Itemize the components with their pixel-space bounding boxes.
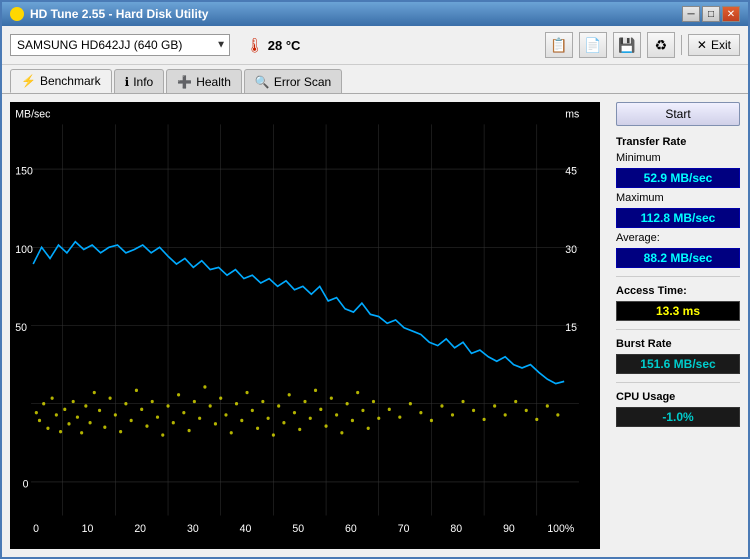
window-controls: ─ □ ✕ <box>682 6 740 22</box>
error-scan-icon: 🔍 <box>255 75 270 89</box>
thermometer-icon: 🌡 <box>246 37 264 54</box>
save-btn[interactable]: 💾 <box>613 32 641 58</box>
svg-text:100%: 100% <box>547 523 574 535</box>
health-icon: ➕ <box>177 75 192 89</box>
tab-benchmark-label: Benchmark <box>40 74 101 88</box>
svg-text:30: 30 <box>187 523 199 535</box>
temperature-value: 28 °C <box>268 38 301 53</box>
svg-text:80: 80 <box>450 523 462 535</box>
tab-bar: ⚡ Benchmark ℹ Info ➕ Health 🔍 Error Scan <box>2 65 748 93</box>
drive-select-wrapper: SAMSUNG HD642JJ (640 GB) ▼ <box>10 34 230 56</box>
svg-text:150: 150 <box>15 165 33 177</box>
svg-text:50: 50 <box>292 523 304 535</box>
tab-error-scan[interactable]: 🔍 Error Scan <box>244 69 342 93</box>
access-time-label: Access Time: <box>616 285 740 297</box>
svg-text:100: 100 <box>15 244 33 256</box>
main-window: HD Tune 2.55 - Hard Disk Utility ─ □ ✕ S… <box>0 0 750 559</box>
svg-text:40: 40 <box>240 523 252 535</box>
burst-rate-value: 151.6 MB/sec <box>616 354 740 374</box>
tab-health[interactable]: ➕ Health <box>166 69 242 93</box>
cpu-usage-section: CPU Usage -1.0% <box>616 391 740 427</box>
svg-text:15: 15 <box>565 322 577 334</box>
toolbar: SAMSUNG HD642JJ (640 GB) ▼ 🌡 28 °C 📋 📄 💾… <box>2 26 748 65</box>
close-button[interactable]: ✕ <box>722 6 740 22</box>
minimum-label: Minimum <box>616 152 740 164</box>
right-panel: Start Transfer Rate Minimum 52.9 MB/sec … <box>608 94 748 557</box>
svg-text:10: 10 <box>82 523 94 535</box>
minimize-button[interactable]: ─ <box>682 6 700 22</box>
tab-info[interactable]: ℹ Info <box>114 69 165 93</box>
document-btn[interactable]: 📄 <box>579 32 607 58</box>
info-icon: ℹ <box>125 75 130 89</box>
svg-text:0: 0 <box>23 478 29 490</box>
toolbar-actions: 📋 📄 💾 ♻ ✕ Exit <box>545 32 740 58</box>
burst-rate-section: Burst Rate 151.6 MB/sec <box>616 338 740 374</box>
title-bar-left: HD Tune 2.55 - Hard Disk Utility <box>10 7 208 21</box>
maximum-value: 112.8 MB/sec <box>616 208 740 228</box>
burst-rate-label: Burst Rate <box>616 338 740 350</box>
temperature-display: 🌡 28 °C <box>246 37 300 54</box>
app-icon <box>10 7 24 21</box>
toolbar-separator <box>681 35 682 55</box>
tab-benchmark[interactable]: ⚡ Benchmark <box>10 69 112 93</box>
average-label: Average: <box>616 232 740 244</box>
maximum-label: Maximum <box>616 192 740 204</box>
average-value: 88.2 MB/sec <box>616 248 740 268</box>
maximize-button[interactable]: □ <box>702 6 720 22</box>
svg-text:ms: ms <box>565 108 580 120</box>
svg-text:70: 70 <box>398 523 410 535</box>
svg-text:90: 90 <box>503 523 515 535</box>
exit-label: Exit <box>711 38 731 52</box>
svg-text:20: 20 <box>134 523 146 535</box>
content-area: MB/sec 150 100 50 0 ms 45 30 15 0 10 20 … <box>2 93 748 557</box>
transfer-rate-label: Transfer Rate <box>616 136 740 148</box>
drive-select[interactable]: SAMSUNG HD642JJ (640 GB) <box>10 34 230 56</box>
copy-btn[interactable]: 📋 <box>545 32 573 58</box>
svg-text:45: 45 <box>565 165 577 177</box>
exit-icon: ✕ <box>697 38 707 52</box>
svg-text:0: 0 <box>33 523 39 535</box>
benchmark-chart: MB/sec 150 100 50 0 ms 45 30 15 0 10 20 … <box>10 102 600 549</box>
tab-health-label: Health <box>196 75 231 89</box>
cpu-usage-value: -1.0% <box>616 407 740 427</box>
access-time-value: 13.3 ms <box>616 301 740 321</box>
chart-svg: MB/sec 150 100 50 0 ms 45 30 15 0 10 20 … <box>10 102 600 549</box>
window-title: HD Tune 2.55 - Hard Disk Utility <box>30 7 208 21</box>
divider-2 <box>616 329 740 330</box>
exit-button[interactable]: ✕ Exit <box>688 34 740 56</box>
cpu-usage-label: CPU Usage <box>616 391 740 403</box>
divider-1 <box>616 276 740 277</box>
svg-text:60: 60 <box>345 523 357 535</box>
divider-3 <box>616 382 740 383</box>
benchmark-icon: ⚡ <box>21 74 36 88</box>
tab-info-label: Info <box>133 75 153 89</box>
transfer-rate-section: Transfer Rate Minimum 52.9 MB/sec Maximu… <box>616 136 740 268</box>
svg-text:50: 50 <box>15 322 27 334</box>
minimum-value: 52.9 MB/sec <box>616 168 740 188</box>
start-button[interactable]: Start <box>616 102 740 126</box>
svg-text:MB/sec: MB/sec <box>15 108 51 120</box>
title-bar: HD Tune 2.55 - Hard Disk Utility ─ □ ✕ <box>2 2 748 26</box>
access-time-section: Access Time: 13.3 ms <box>616 285 740 321</box>
refresh-btn[interactable]: ♻ <box>647 32 675 58</box>
svg-text:30: 30 <box>565 244 577 256</box>
tab-error-scan-label: Error Scan <box>274 75 331 89</box>
